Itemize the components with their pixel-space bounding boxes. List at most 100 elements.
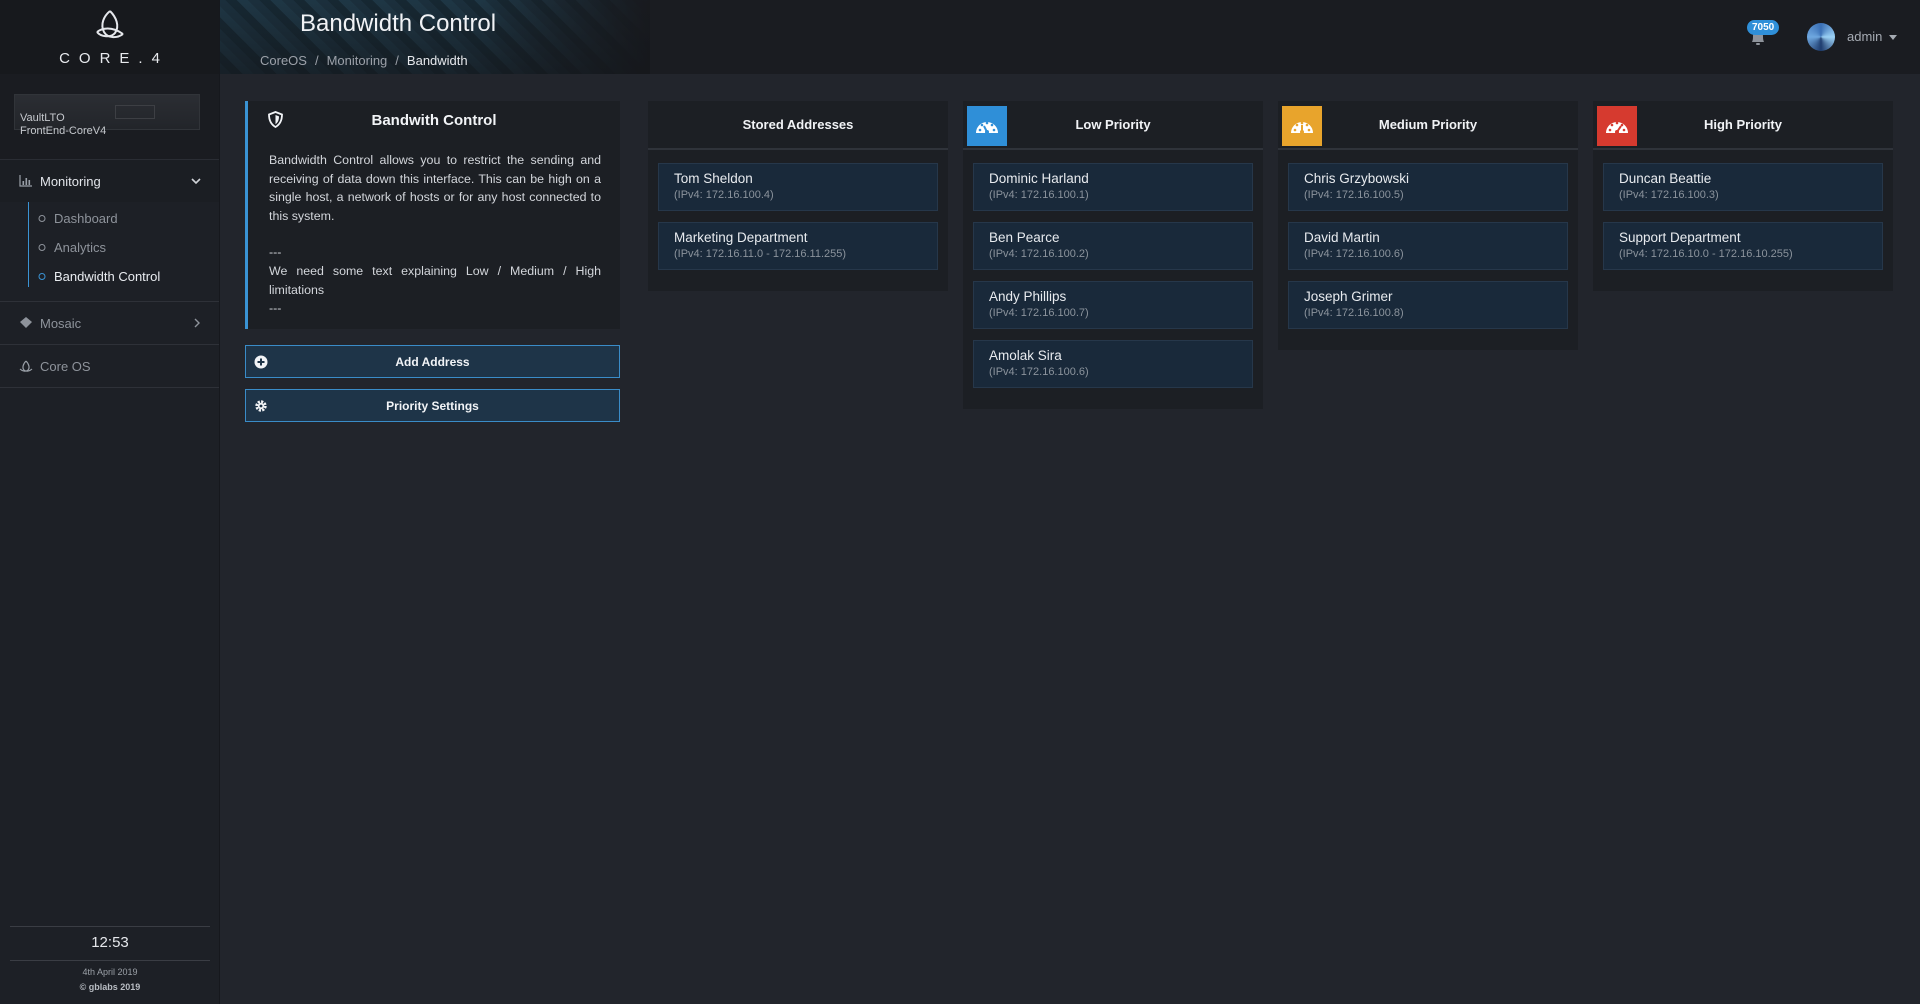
address-ip: (IPv4: 172.16.100.4) (674, 189, 774, 201)
address-name: Support Department (1619, 230, 1741, 245)
address-ip: (IPv4: 172.16.100.7) (989, 307, 1089, 319)
address-card[interactable]: Andy Phillips (IPv4: 172.16.100.7) (973, 281, 1253, 329)
column-header: Medium Priority (1278, 101, 1578, 150)
speedometer-icon (1597, 106, 1637, 146)
breadcrumb-coreos[interactable]: CoreOS (260, 53, 307, 68)
divider (10, 960, 210, 961)
info-header: Bandwith Control (248, 101, 620, 139)
address-ip: (IPv4: 172.16.100.1) (989, 189, 1089, 201)
breadcrumb-monitoring[interactable]: Monitoring (327, 53, 388, 68)
address-ip: (IPv4: 172.16.100.3) (1619, 189, 1719, 201)
address-ip: (IPv4: 172.16.100.5) (1304, 189, 1404, 201)
date: 4th April 2019 (82, 967, 138, 977)
nav-item-core-os[interactable]: Core OS (0, 345, 219, 387)
address-name: Marketing Department (674, 230, 808, 245)
shield-icon (268, 111, 283, 128)
chevron-right-icon (194, 318, 200, 328)
brand-name: CORE.4 (59, 49, 169, 67)
user-menu[interactable]: admin (1847, 29, 1898, 44)
chart-icon (19, 175, 32, 187)
address-card[interactable]: Tom Sheldon (IPv4: 172.16.100.4) (658, 163, 938, 211)
divider (10, 926, 210, 927)
card-list: Tom Sheldon (IPv4: 172.16.100.4) Marketi… (648, 150, 948, 291)
nav-item-mosaic[interactable]: Mosaic (0, 302, 219, 344)
sidebar: CORE.4 VaultLTO FrontEnd-CoreV4 Monitori… (0, 0, 220, 1004)
info-paragraph: We need some text explaining Low / Mediu… (269, 263, 601, 297)
add-address-button[interactable]: Add Address (245, 345, 620, 378)
chevron-down-icon (191, 177, 201, 184)
brand[interactable]: CORE.4 (0, 0, 219, 74)
address-name: Tom Sheldon (674, 171, 753, 186)
column-header: Stored Addresses (648, 101, 948, 150)
device-label: VaultLTO FrontEnd-CoreV4 (20, 112, 106, 138)
nav-group-mosaic: Mosaic (0, 302, 219, 345)
sidebar-item-analytics[interactable]: Analytics (28, 233, 219, 262)
column-stored-addresses: Stored Addresses Tom Sheldon (IPv4: 172.… (648, 101, 948, 291)
nav-submenu-monitoring: Dashboard Analytics Bandwidth Control (0, 202, 219, 301)
breadcrumb: CoreOS / Monitoring / Bandwidth (260, 53, 468, 68)
address-card[interactable]: Support Department (IPv4: 172.16.10.0 - … (1603, 222, 1883, 270)
address-ip: (IPv4: 172.16.100.6) (1304, 248, 1404, 260)
info-paragraph: Bandwidth Control allows you to restrict… (269, 153, 601, 223)
address-card[interactable]: Joseph Grimer (IPv4: 172.16.100.8) (1288, 281, 1568, 329)
sidebar-item-label: Bandwidth Control (54, 269, 161, 284)
address-ip: (IPv4: 172.16.100.2) (989, 248, 1089, 260)
address-ip: (IPv4: 172.16.10.0 - 172.16.10.255) (1619, 248, 1793, 260)
card-list: Duncan Beattie (IPv4: 172.16.100.3) Supp… (1593, 150, 1893, 291)
card-list: Dominic Harland (IPv4: 172.16.100.1) Ben… (963, 150, 1263, 409)
column-header: High Priority (1593, 101, 1893, 150)
gear-icon (255, 400, 267, 412)
nav-label-monitoring: Monitoring (40, 173, 101, 189)
address-card[interactable]: Chris Grzybowski (IPv4: 172.16.100.5) (1288, 163, 1568, 211)
column-title: Medium Priority (1378, 117, 1478, 132)
caret-down-icon (1889, 35, 1898, 41)
nav-label-core-os: Core OS (40, 358, 91, 374)
top-header: Bandwidth Control CoreOS / Monitoring / Band… (220, 0, 1920, 74)
info-panel: Bandwith Control Bandwidth Control allow… (245, 101, 620, 329)
card-list: Chris Grzybowski (IPv4: 172.16.100.5) Da… (1278, 150, 1578, 350)
device-model: VaultLTO (20, 112, 65, 124)
address-card[interactable]: Dominic Harland (IPv4: 172.16.100.1) (973, 163, 1253, 211)
sidebar-nav: Monitoring Dashboard Analytics Bandwidth… (0, 160, 219, 388)
core-os-icon (19, 360, 33, 372)
sidebar-footer: 12:53 4th April 2019 © gblabs 2019 (0, 926, 220, 1004)
sidebar-item-label: Dashboard (54, 211, 118, 226)
avatar[interactable] (1807, 23, 1835, 51)
column-title: Stored Addresses (742, 117, 854, 132)
address-name: David Martin (1304, 230, 1380, 245)
nav-group-monitoring: Monitoring Dashboard Analytics Bandwidth… (0, 160, 219, 302)
address-card[interactable]: Amolak Sira (IPv4: 172.16.100.6) (973, 340, 1253, 388)
address-name: Joseph Grimer (1304, 289, 1393, 304)
nav-label-mosaic: Mosaic (40, 315, 82, 331)
address-name: Amolak Sira (989, 348, 1062, 363)
column-title: Low Priority (1075, 117, 1151, 132)
info-title: Bandwith Control (371, 111, 497, 129)
address-ip: (IPv4: 172.16.11.0 - 172.16.11.255) (674, 248, 847, 260)
priority-settings-label: Priority Settings (386, 398, 479, 413)
address-card[interactable]: Ben Pearce (IPv4: 172.16.100.2) (973, 222, 1253, 270)
info-separator: --- (269, 245, 282, 260)
address-ip: (IPv4: 172.16.100.6) (989, 366, 1089, 378)
column-low-priority: Low Priority Dominic Harland (IPv4: 172.… (963, 101, 1263, 409)
address-name: Dominic Harland (989, 171, 1089, 186)
address-name: Duncan Beattie (1619, 171, 1712, 186)
priority-settings-button[interactable]: Priority Settings (245, 389, 620, 422)
column-title: High Priority (1703, 117, 1782, 132)
user-name: admin (1847, 29, 1883, 44)
nav-item-monitoring[interactable]: Monitoring (0, 160, 219, 202)
nav-group-coreos: Core OS (0, 345, 219, 388)
info-separator: --- (269, 301, 282, 316)
address-card[interactable]: David Martin (IPv4: 172.16.100.6) (1288, 222, 1568, 270)
address-card[interactable]: Duncan Beattie (IPv4: 172.16.100.3) (1603, 163, 1883, 211)
copyright: © gblabs 2019 (79, 982, 141, 992)
address-card[interactable]: Marketing Department (IPv4: 172.16.11.0 … (658, 222, 938, 270)
column-medium-priority: Medium Priority Chris Grzybowski (IPv4: … (1278, 101, 1578, 350)
device-hostname: FrontEnd-CoreV4 (20, 125, 107, 137)
notification-badge: 7050 (1747, 20, 1780, 35)
column-high-priority: High Priority Duncan Beattie (IPv4: 172.… (1593, 101, 1893, 291)
sidebar-item-dashboard[interactable]: Dashboard (28, 204, 219, 233)
address-name: Ben Pearce (989, 230, 1060, 245)
add-address-label: Add Address (395, 354, 470, 369)
address-name: Andy Phillips (989, 289, 1067, 304)
sidebar-item-bandwidth-control[interactable]: Bandwidth Control (28, 262, 219, 291)
